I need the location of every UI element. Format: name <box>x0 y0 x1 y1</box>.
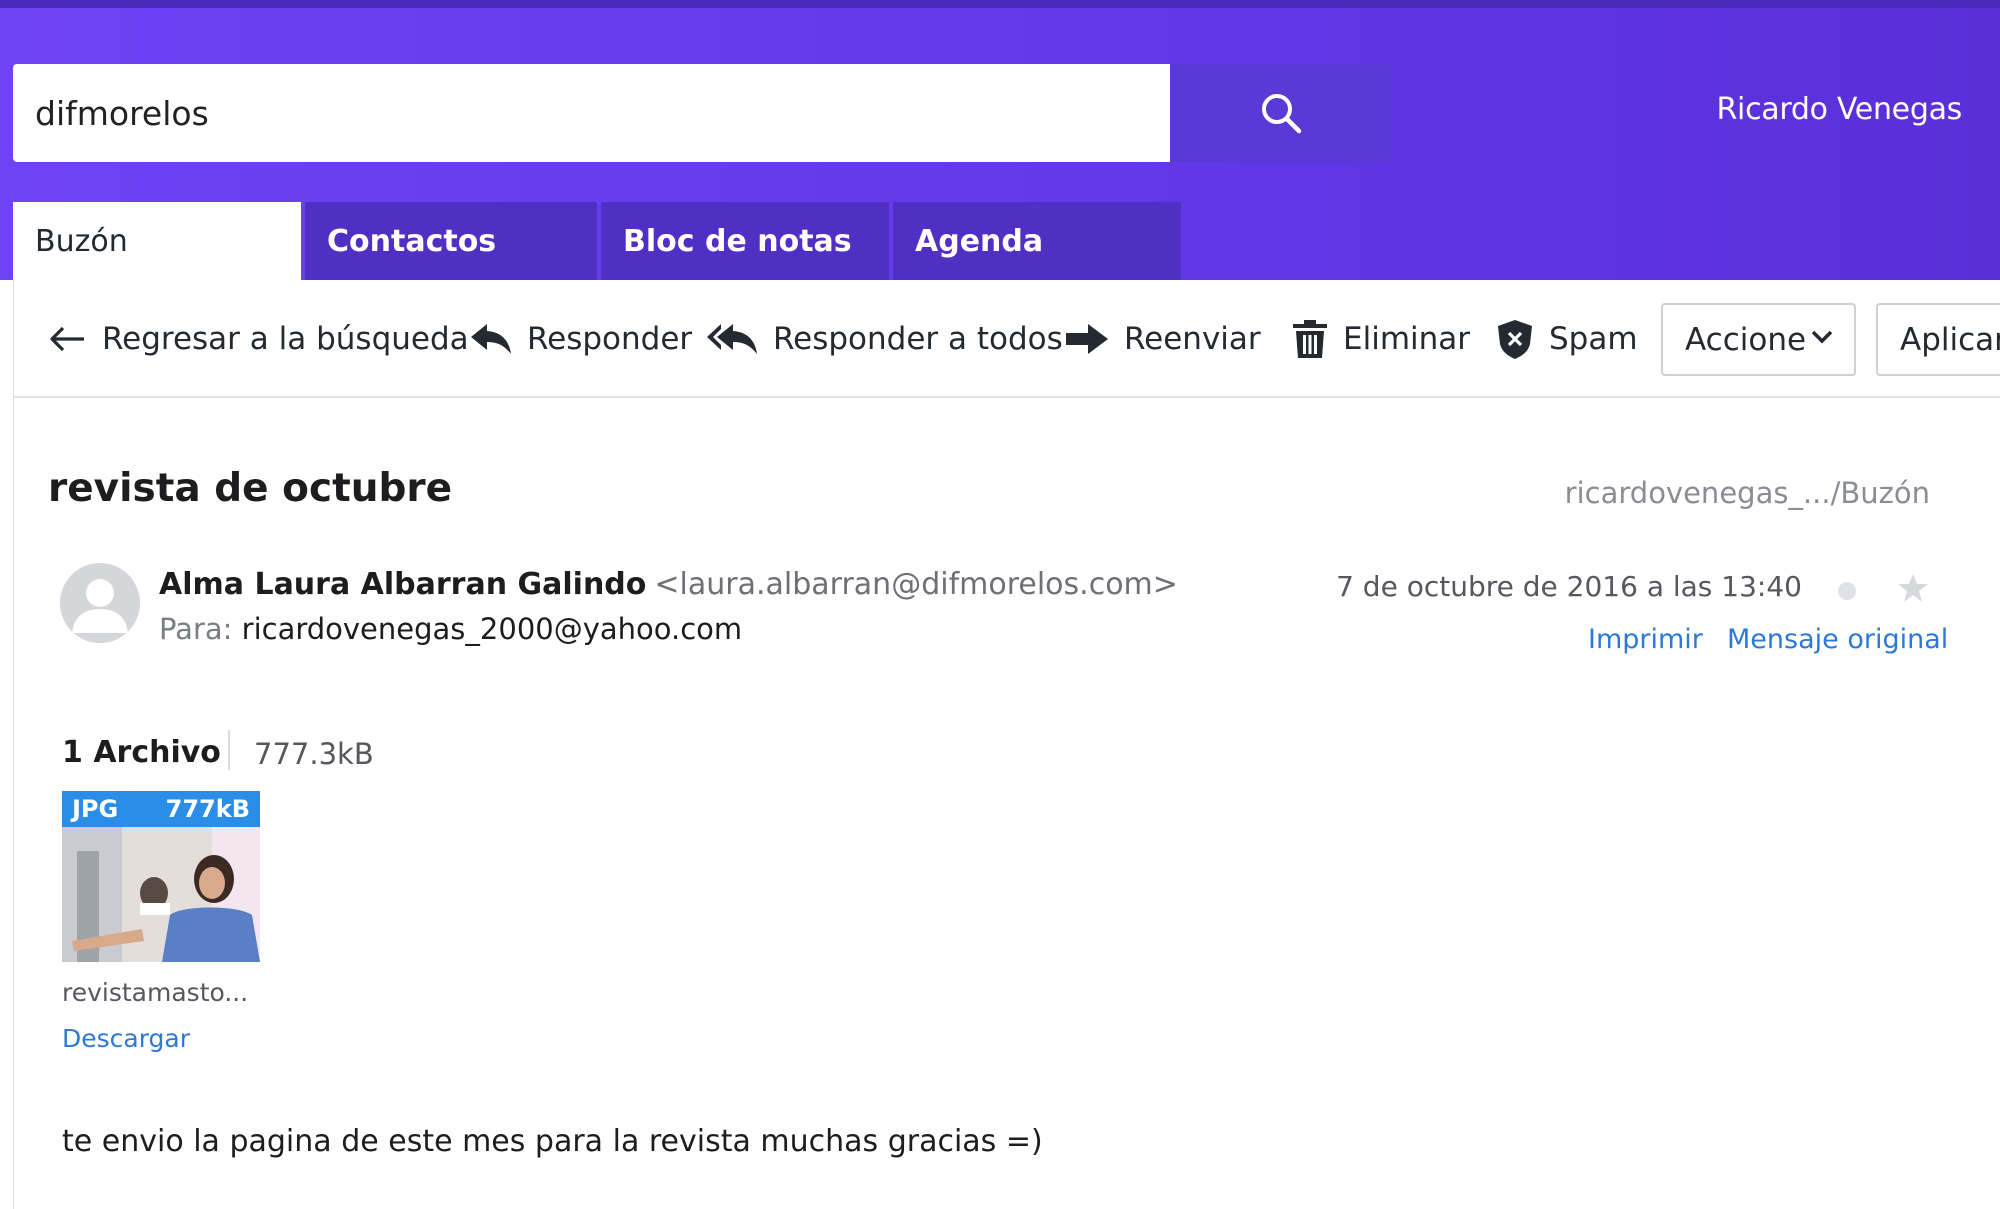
sender-name[interactable]: Alma Laura Albarran Galindo <box>159 567 646 602</box>
to-label: Para: <box>159 612 233 646</box>
user-name[interactable]: Ricardo Venegas <box>1717 92 1963 127</box>
spam-label: Spam <box>1549 321 1638 357</box>
spam-button[interactable]: Spam <box>1495 314 1638 364</box>
trash-icon <box>1293 320 1327 358</box>
message-subject: revista de octubre <box>48 466 453 511</box>
reply-button[interactable]: Responder <box>469 314 692 364</box>
arrow-left-icon <box>50 326 84 352</box>
sender-email[interactable]: <laura.albarran@difmorelos.com> <box>654 567 1178 602</box>
attachment-divider <box>228 730 230 770</box>
read-status-dot[interactable] <box>1838 582 1856 600</box>
forward-button[interactable]: Reenviar <box>1064 314 1261 364</box>
original-message-link[interactable]: Mensaje original <box>1727 624 1948 655</box>
actions-select[interactable]: Accione <box>1661 303 1856 376</box>
reply-icon <box>471 324 511 354</box>
forward-label: Reenviar <box>1124 321 1261 357</box>
folder-path[interactable]: ricardovenegas_.../Buzón <box>1565 476 1930 510</box>
back-to-search-label: Regresar a la búsqueda <box>102 321 469 357</box>
actions-select-value: Accione <box>1685 321 1807 358</box>
attachment-total-size: 777.3kB <box>254 737 374 771</box>
attachment-download-link[interactable]: Descargar <box>62 1024 190 1053</box>
reply-all-label: Responder a todos <box>773 321 1063 357</box>
message-date: 7 de octubre de 2016 a las 13:40 <box>1336 570 1802 603</box>
apply-button[interactable]: Aplicar <box>1876 303 2000 376</box>
search-input[interactable] <box>35 64 1170 162</box>
tab-contactos[interactable]: Contactos <box>305 202 597 280</box>
search-button[interactable] <box>1171 64 1390 162</box>
recipient-address[interactable]: ricardovenegas_2000@yahoo.com <box>242 612 743 646</box>
message-toolbar: Regresar a la búsqueda Responder Respond… <box>14 280 2000 398</box>
reply-label: Responder <box>527 321 693 357</box>
chevron-down-icon <box>1811 330 1833 344</box>
tab-bloc-de-notas[interactable]: Bloc de notas <box>601 202 889 280</box>
delete-button[interactable]: Eliminar <box>1291 314 1470 364</box>
star-icon[interactable] <box>1897 572 1929 604</box>
print-link[interactable]: Imprimir <box>1588 624 1703 655</box>
delete-label: Eliminar <box>1343 321 1471 357</box>
message-body: te envio la pagina de este mes para la r… <box>62 1124 1043 1159</box>
shield-icon <box>1498 320 1532 359</box>
search-icon <box>1261 94 1301 134</box>
sender-line: Alma Laura Albarran Galindo <laura.albarr… <box>159 567 1178 602</box>
reply-all-button[interactable]: Responder a todos <box>707 314 1063 364</box>
tab-buzon[interactable]: Buzón <box>13 202 301 280</box>
attachment-name: revistamasto... <box>62 978 249 1007</box>
attachment-thumbnail[interactable]: JPG 777kB <box>62 791 260 962</box>
user-avatar-icon <box>60 563 140 643</box>
recipient-line: Para: ricardovenegas_2000@yahoo.com <box>159 612 742 646</box>
forward-icon <box>1066 324 1108 354</box>
attachment-count: 1 Archivo <box>62 735 221 770</box>
tab-agenda[interactable]: Agenda <box>893 202 1181 280</box>
main-tabs: Buzón Contactos Bloc de notas Agenda <box>13 202 1185 280</box>
search-box[interactable] <box>13 64 1170 162</box>
back-to-search-button[interactable]: Regresar a la búsqueda <box>48 314 469 364</box>
attachment-badge: JPG 777kB <box>62 791 260 827</box>
attachment-type: JPG <box>72 795 119 823</box>
attachment-file-size: 777kB <box>165 795 250 823</box>
reply-all-icon <box>707 324 757 354</box>
